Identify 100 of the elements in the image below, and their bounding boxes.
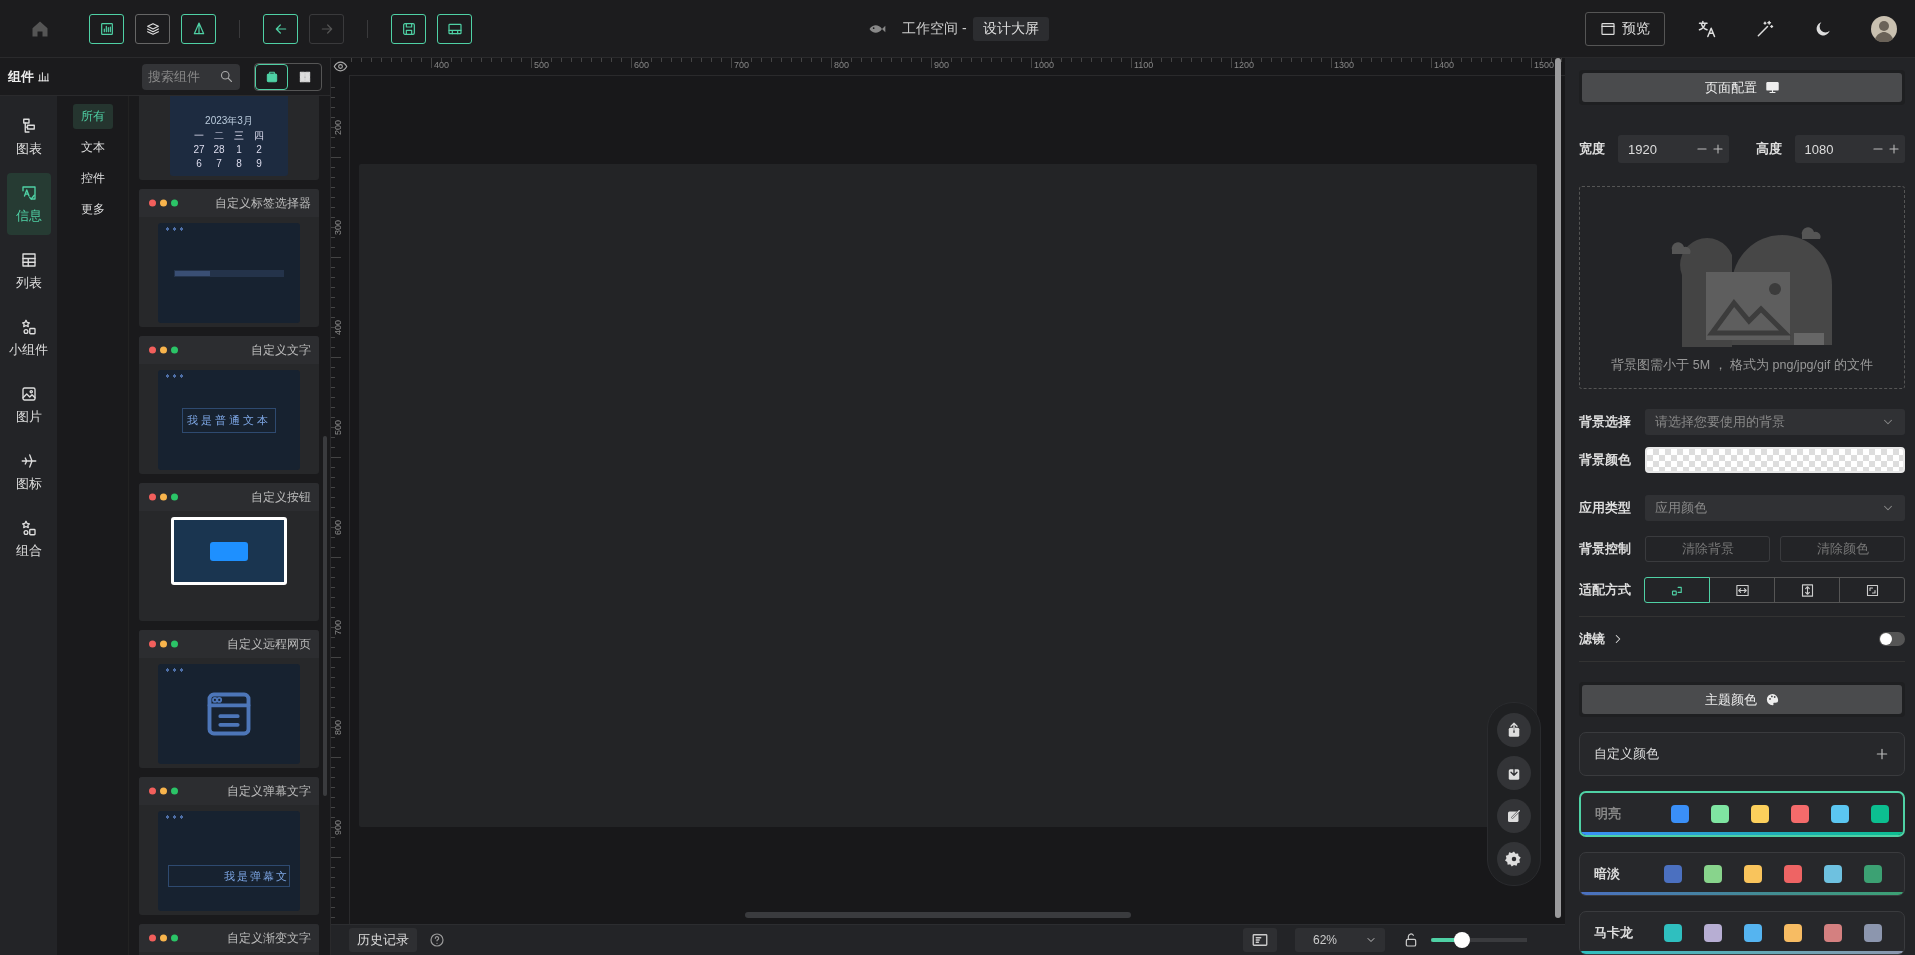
card-title: 自定义文字 bbox=[251, 342, 311, 358]
scrollbar[interactable] bbox=[1555, 58, 1561, 918]
minimap-icon bbox=[1251, 931, 1269, 949]
toolbar-button[interactable] bbox=[437, 13, 472, 44]
category-tab[interactable]: 所有 bbox=[72, 104, 113, 129]
window-icon bbox=[1600, 20, 1616, 37]
ruler-label: 1200 bbox=[1234, 60, 1255, 70]
sidebar-item[interactable]: 信息 bbox=[6, 173, 51, 235]
ruler-label: 400 bbox=[333, 318, 343, 335]
view-toggle[interactable] bbox=[255, 63, 288, 90]
scrollbar[interactable] bbox=[745, 912, 1131, 918]
upload-area[interactable]: 背景图需小于 5M ， 格式为 png/jpg/gif 的文件 bbox=[1579, 186, 1905, 389]
window-controls-icon bbox=[149, 493, 178, 501]
layers-icon bbox=[144, 20, 161, 37]
sidebar-item[interactable]: 图表 bbox=[6, 106, 51, 168]
number-field[interactable]: 1920 bbox=[1618, 135, 1729, 163]
info-icon bbox=[19, 183, 38, 202]
calendar-day: 7 bbox=[209, 158, 229, 170]
fit-mode-button[interactable] bbox=[1644, 577, 1710, 603]
component-card[interactable]: 自定义标签选择器 bbox=[139, 189, 319, 327]
calendar-month: 2023年3月 bbox=[205, 115, 253, 127]
fit-width-icon bbox=[1734, 582, 1750, 598]
component-card[interactable]: 2023年3月 一 二 三 四 27 28 1 2 6 7 8 9 bbox=[139, 96, 319, 180]
component-card[interactable]: 自定义弹幕文字 我是弹幕文 bbox=[139, 777, 319, 915]
field-label: 背景控制 bbox=[1579, 540, 1632, 558]
history-button[interactable]: 历史记录 bbox=[349, 928, 417, 952]
field-label: 高度 bbox=[1755, 140, 1783, 158]
toolbar-button[interactable] bbox=[89, 13, 124, 44]
color-field[interactable] bbox=[1645, 447, 1905, 473]
ruler-label: 1000 bbox=[1034, 60, 1055, 70]
plus-icon bbox=[1887, 142, 1901, 156]
window-controls-icon bbox=[149, 787, 178, 795]
component-card[interactable]: 自定义文字 我是普通文本 bbox=[139, 336, 319, 474]
project-name[interactable]: 设计大屏 bbox=[972, 16, 1049, 41]
scrollbar[interactable] bbox=[323, 436, 327, 796]
calendar-day: 9 bbox=[249, 158, 269, 170]
unlock-icon bbox=[1403, 932, 1419, 948]
sample-text: 我是普通文本 bbox=[182, 407, 276, 433]
theme-name: 暗淡 bbox=[1594, 865, 1621, 883]
search-field[interactable]: 搜索组件 bbox=[142, 63, 240, 90]
calendar-day: 6 bbox=[189, 158, 209, 170]
toolbar-button[interactable] bbox=[263, 13, 298, 44]
category-tab[interactable]: 文本 bbox=[72, 135, 113, 160]
tool-button[interactable] bbox=[1497, 755, 1531, 790]
bar-chart-icon bbox=[37, 70, 50, 83]
toolbar-button[interactable] bbox=[391, 13, 426, 44]
ruler-label: 600 bbox=[634, 60, 650, 70]
toolbar-button[interactable] bbox=[135, 13, 170, 44]
ruler-label: 300 bbox=[333, 218, 343, 235]
card-title: 自定义标签选择器 bbox=[215, 195, 311, 211]
ruler-label: 1300 bbox=[1334, 60, 1355, 70]
select-field[interactable]: 请选择您要使用的背景 bbox=[1645, 409, 1905, 435]
zoom-select[interactable]: 62% bbox=[1295, 928, 1385, 952]
tool-button[interactable] bbox=[1497, 841, 1531, 876]
sidebar-item[interactable]: 列表 bbox=[6, 240, 51, 302]
page-config-button[interactable]: 页面配置 bbox=[1582, 73, 1902, 102]
ruler-label: 800 bbox=[333, 718, 343, 735]
component-card[interactable]: 自定义远程网页 bbox=[139, 630, 319, 768]
sidebar-item[interactable]: 图标 bbox=[6, 441, 51, 503]
theme-card[interactable]: 马卡龙 bbox=[1579, 911, 1905, 955]
ruler-label: 800 bbox=[834, 60, 850, 70]
window-controls-icon bbox=[149, 199, 178, 207]
fit-mode-button[interactable] bbox=[1709, 577, 1775, 603]
toolbar-button[interactable] bbox=[181, 13, 216, 44]
ruler-label: 1400 bbox=[1434, 60, 1455, 70]
sidebar-item[interactable]: 图片 bbox=[6, 374, 51, 436]
custom-color-card[interactable]: 自定义颜色 bbox=[1579, 732, 1905, 776]
number-field[interactable]: 1080 bbox=[1794, 135, 1905, 163]
category-tab[interactable]: 更多 bbox=[72, 197, 113, 222]
field-label: 滤镜 bbox=[1579, 630, 1605, 648]
ruler-label: 500 bbox=[333, 418, 343, 435]
theme-card[interactable]: 暗淡 bbox=[1579, 852, 1905, 896]
tool-button[interactable] bbox=[1497, 712, 1531, 747]
window-dots-icon bbox=[164, 227, 184, 231]
minimap-button[interactable] bbox=[1243, 928, 1277, 952]
component-card[interactable]: 自定义按钮 bbox=[139, 483, 319, 621]
clear-button[interactable]: 清除背景 bbox=[1645, 536, 1770, 562]
sidebar-item[interactable]: 小组件 bbox=[6, 307, 51, 369]
component-card[interactable]: 自定义渐变文字 bbox=[139, 924, 319, 955]
fit-mode-button[interactable] bbox=[1839, 577, 1905, 603]
ruler-label: 700 bbox=[734, 60, 750, 70]
theme-card[interactable]: 明亮 bbox=[1579, 791, 1905, 837]
calendar-day: 三 bbox=[229, 130, 249, 142]
slider-thumb[interactable] bbox=[1453, 932, 1470, 948]
theme-name: 马卡龙 bbox=[1594, 924, 1634, 942]
field-label: 应用类型 bbox=[1579, 499, 1632, 517]
toggle-switch[interactable] bbox=[1879, 632, 1905, 646]
category-tab[interactable]: 控件 bbox=[72, 166, 113, 191]
calendar-day: 2 bbox=[249, 144, 269, 156]
theme-color-button[interactable]: 主题颜色 bbox=[1582, 685, 1902, 714]
window-controls-icon bbox=[149, 346, 178, 354]
select-field[interactable]: 应用颜色 bbox=[1645, 495, 1905, 521]
preview-button[interactable]: 预览 bbox=[1585, 11, 1665, 46]
tool-button[interactable] bbox=[1497, 798, 1531, 833]
theme-name: 明亮 bbox=[1595, 805, 1622, 823]
fit-mode-button[interactable] bbox=[1774, 577, 1840, 603]
sidebar-item[interactable]: 组合 bbox=[6, 508, 51, 570]
avatar[interactable] bbox=[1871, 15, 1897, 42]
clear-button[interactable]: 清除颜色 bbox=[1780, 536, 1905, 562]
widget-icon bbox=[19, 518, 38, 537]
